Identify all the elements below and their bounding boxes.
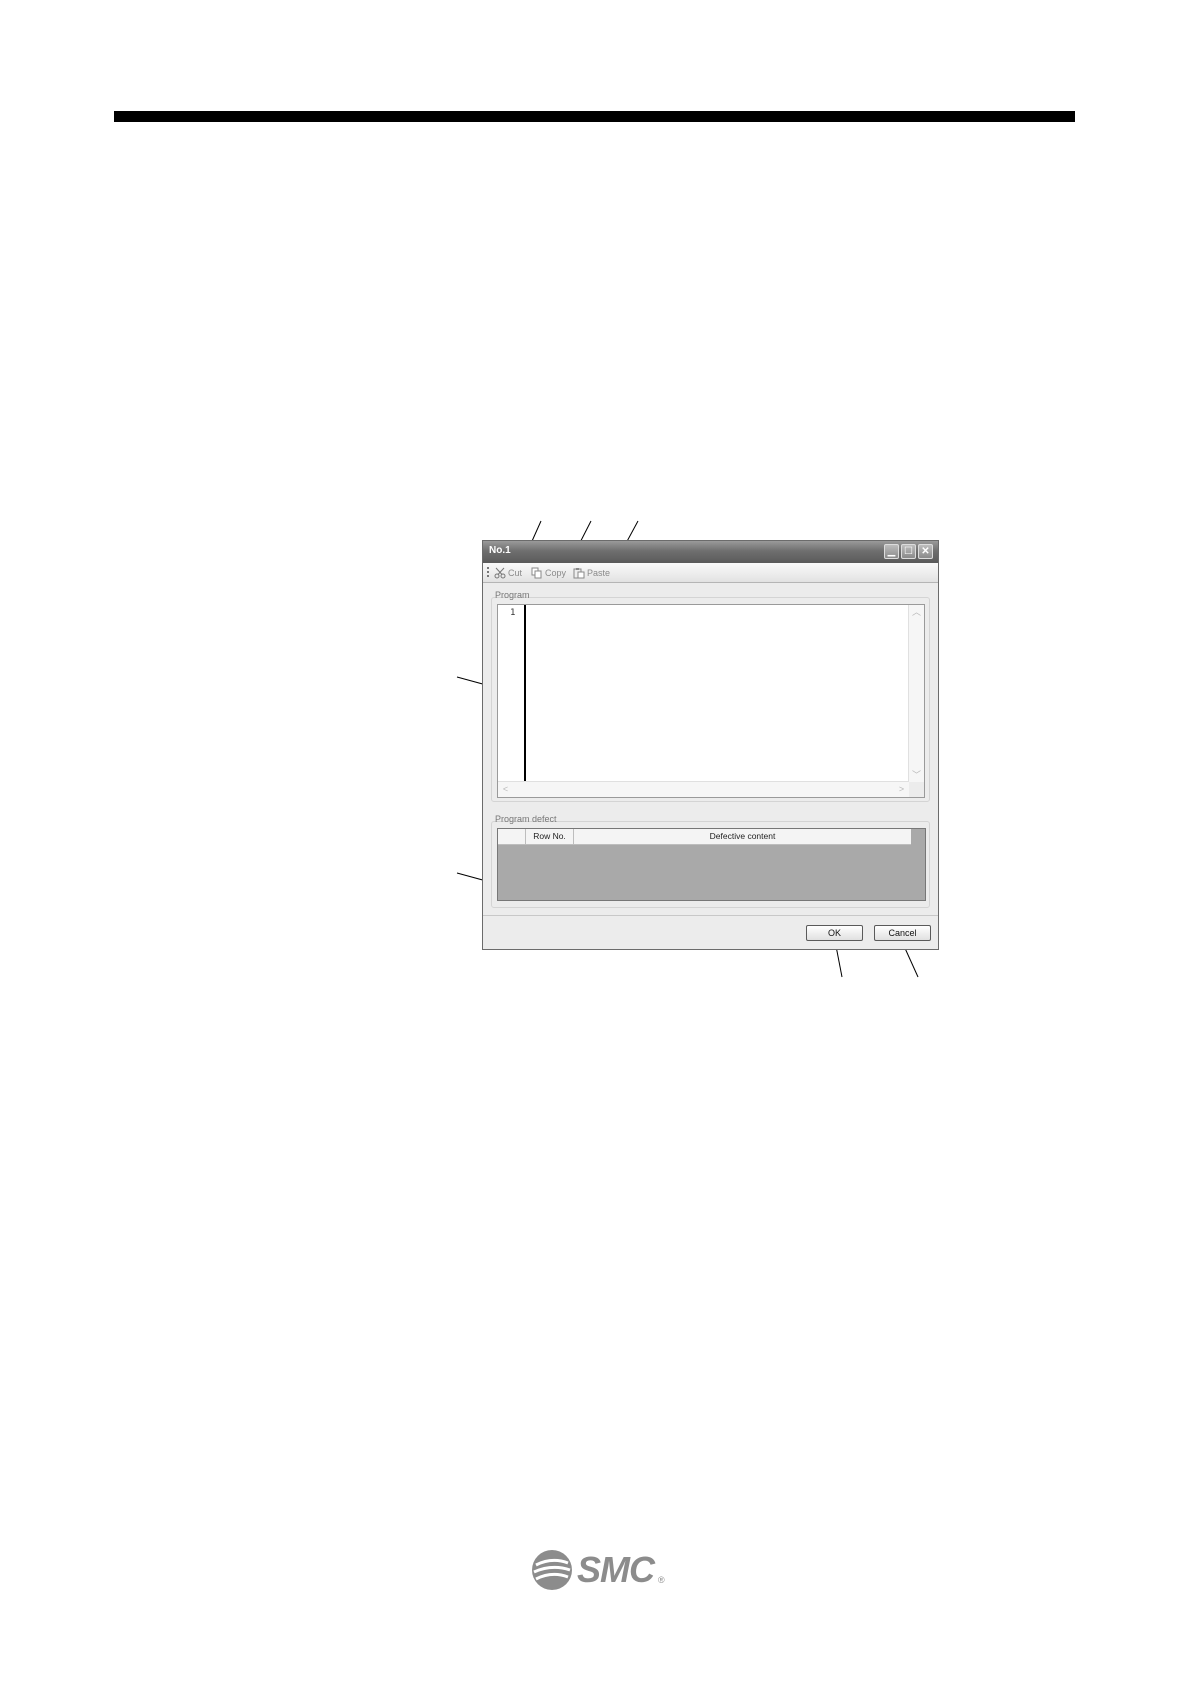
column-header-defective-content[interactable]: Defective content — [574, 829, 911, 844]
copy-button[interactable]: Copy — [531, 566, 566, 579]
title-bar[interactable]: No.1 ▁ ☐ ✕ — [483, 541, 938, 563]
smc-logo-icon — [532, 1550, 572, 1590]
gutter-separator — [524, 605, 526, 783]
scroll-corner — [909, 782, 924, 797]
scroll-up-icon[interactable]: ︿ — [909, 605, 924, 620]
program-defect-table[interactable]: Row No. Defective content — [497, 828, 926, 901]
paste-button[interactable]: Paste — [573, 566, 610, 579]
table-header: Row No. Defective content — [498, 829, 911, 845]
program-edit-window: No.1 ▁ ☐ ✕ Cut Copy Paste Program 1 ︿ ﹀ … — [482, 540, 939, 950]
maximize-icon[interactable]: ☐ — [901, 544, 916, 559]
cut-button[interactable]: Cut — [494, 566, 522, 579]
column-header-blank — [498, 829, 526, 844]
column-header-row-no[interactable]: Row No. — [526, 829, 574, 844]
cancel-button[interactable]: Cancel — [874, 925, 931, 941]
toolbar-grip[interactable] — [487, 567, 489, 578]
logo-text: SMC — [577, 1549, 655, 1590]
line-number: 1 — [510, 608, 516, 618]
scroll-left-icon[interactable]: < — [498, 782, 513, 797]
scroll-right-icon[interactable]: > — [894, 782, 909, 797]
cut-label: Cut — [508, 567, 523, 578]
leader-cancel — [903, 945, 919, 978]
window-title: No.1 — [489, 545, 511, 556]
copy-icon — [531, 567, 542, 578]
button-separator — [483, 915, 938, 916]
scissors-icon — [494, 567, 506, 578]
ok-button[interactable]: OK — [806, 925, 863, 941]
toolbar: Cut Copy Paste — [483, 563, 938, 583]
vertical-scrollbar[interactable] — [908, 605, 924, 783]
copy-label: Copy — [545, 567, 567, 578]
leader-ok — [835, 945, 843, 978]
paste-icon — [573, 567, 585, 578]
registered-mark: ® — [658, 1575, 665, 1585]
horizontal-scrollbar[interactable] — [498, 781, 909, 797]
program-defect-label: Program defect — [495, 814, 557, 824]
minimize-icon[interactable]: ▁ — [884, 544, 899, 559]
scroll-down-icon[interactable]: ﹀ — [909, 768, 924, 783]
paste-label: Paste — [587, 567, 611, 578]
smc-logo: SMC ® — [531, 1549, 665, 1591]
close-icon[interactable]: ✕ — [918, 544, 933, 559]
program-editor[interactable]: 1 ︿ ﹀ < > — [497, 604, 925, 798]
program-group-label: Program — [495, 590, 530, 600]
